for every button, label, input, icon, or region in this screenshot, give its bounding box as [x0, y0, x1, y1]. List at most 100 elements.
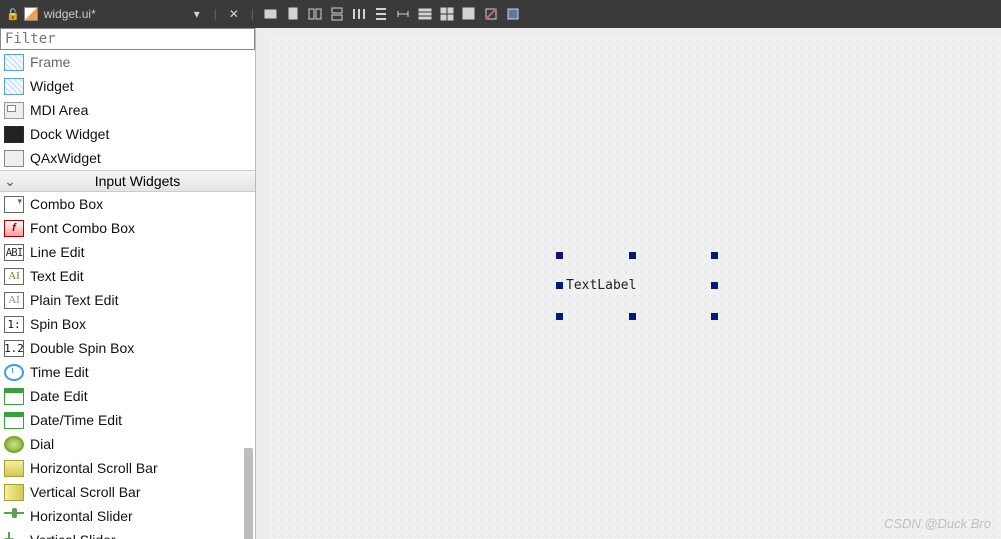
- datetimeedit-icon: [4, 412, 24, 429]
- separator-icon: |: [214, 7, 217, 21]
- list-item[interactable]: MDI Area: [0, 98, 255, 122]
- list-item[interactable]: Vertical Scroll Bar: [0, 480, 255, 504]
- layout-v-icon[interactable]: [282, 3, 304, 25]
- resize-handle[interactable]: [629, 313, 636, 320]
- list-item[interactable]: Horizontal Slider: [0, 504, 255, 528]
- list-item-label: Vertical Scroll Bar: [30, 484, 140, 500]
- resize-handle[interactable]: [711, 313, 718, 320]
- list-item[interactable]: Combo Box: [0, 192, 255, 216]
- chevron-down-icon: ᠍⌄: [0, 173, 20, 190]
- dial-icon: [4, 436, 24, 453]
- sidebar-scrollbar[interactable]: [244, 448, 253, 539]
- layout-hspacer-icon[interactable]: [392, 3, 414, 25]
- list-item-label: Date Edit: [30, 388, 88, 404]
- list-item[interactable]: 1.2 Double Spin Box: [0, 336, 255, 360]
- frame-icon: [4, 54, 24, 71]
- list-item[interactable]: Vertical Slider: [0, 528, 255, 539]
- list-item-label: Date/Time Edit: [30, 412, 122, 428]
- widget-box: Frame Widget MDI Area Dock Widget QAxWid…: [0, 28, 256, 539]
- adjust-size-icon[interactable]: [502, 3, 524, 25]
- list-item[interactable]: AI Plain Text Edit: [0, 288, 255, 312]
- list-item-label: Text Edit: [30, 268, 84, 284]
- vscrollbar-icon: [4, 484, 24, 501]
- layout-grid3-icon[interactable]: [458, 3, 480, 25]
- list-item[interactable]: 1: Spin Box: [0, 312, 255, 336]
- dockwidget-icon: [4, 126, 24, 143]
- qaxwidget-icon: [4, 150, 24, 167]
- close-icon[interactable]: ✕: [223, 3, 245, 25]
- list-item[interactable]: QAxWidget: [0, 146, 255, 170]
- resize-handle[interactable]: [556, 252, 563, 259]
- list-item[interactable]: Date/Time Edit: [0, 408, 255, 432]
- mdiarea-icon: [4, 102, 24, 119]
- list-item[interactable]: Widget: [0, 74, 255, 98]
- group-label: Input Widgets: [20, 173, 255, 189]
- dropdown-icon[interactable]: ▾: [186, 3, 208, 25]
- resize-handle[interactable]: [629, 252, 636, 259]
- widget-list: Frame Widget MDI Area Dock Widget QAxWid…: [0, 50, 255, 539]
- vslider-icon: [4, 532, 24, 539]
- design-canvas-wrap: TextLabel CSDN @Duck Bro: [256, 28, 1001, 539]
- layout-grid2-icon[interactable]: [436, 3, 458, 25]
- list-item[interactable]: Dock Widget: [0, 122, 255, 146]
- list-item-label: Combo Box: [30, 196, 103, 212]
- list-item-label: Plain Text Edit: [30, 292, 118, 308]
- list-item-label: Frame: [30, 54, 70, 70]
- spinbox-icon: 1:: [4, 316, 24, 333]
- resize-handle[interactable]: [711, 252, 718, 259]
- widget-icon: [4, 78, 24, 95]
- list-item-label: Double Spin Box: [30, 340, 134, 356]
- hscrollbar-icon: [4, 460, 24, 477]
- list-item[interactable]: Horizontal Scroll Bar: [0, 456, 255, 480]
- plaintextedit-icon: AI: [4, 292, 24, 309]
- list-item-label: Time Edit: [30, 364, 89, 380]
- list-item[interactable]: Date Edit: [0, 384, 255, 408]
- list-item[interactable]: ABI Line Edit: [0, 240, 255, 264]
- group-header-input-widgets[interactable]: ᠍⌄ Input Widgets: [0, 170, 255, 192]
- filter-input[interactable]: [0, 28, 255, 50]
- hslider-icon: [4, 508, 24, 525]
- selected-widget[interactable]: TextLabel: [560, 256, 714, 316]
- list-item-label: Horizontal Scroll Bar: [30, 460, 158, 476]
- file-name: widget.ui*: [44, 7, 96, 21]
- break-layout-icon[interactable]: [480, 3, 502, 25]
- doublespinbox-icon: 1.2: [4, 340, 24, 357]
- list-item-label: Dial: [30, 436, 54, 452]
- list-item-label: Horizontal Slider: [30, 508, 133, 524]
- form-canvas[interactable]: TextLabel: [270, 36, 1001, 539]
- layout-hbox-icon[interactable]: [348, 3, 370, 25]
- combobox-icon: [4, 196, 24, 213]
- layout-hsplit-icon[interactable]: [304, 3, 326, 25]
- list-item-label: Dock Widget: [30, 126, 109, 142]
- timeedit-icon: [4, 364, 24, 381]
- list-item[interactable]: Time Edit: [0, 360, 255, 384]
- watermark: CSDN @Duck Bro: [884, 516, 991, 531]
- lock-icon: 🔓: [6, 8, 20, 21]
- separator-icon: |: [251, 7, 254, 21]
- label-text: TextLabel: [566, 278, 636, 293]
- list-item-label: Widget: [30, 78, 74, 94]
- list-item[interactable]: f Font Combo Box: [0, 216, 255, 240]
- list-item-label: Spin Box: [30, 316, 86, 332]
- layout-form-icon[interactable]: [414, 3, 436, 25]
- list-item[interactable]: AI Text Edit: [0, 264, 255, 288]
- layout-vbox-icon[interactable]: [370, 3, 392, 25]
- list-item-label: MDI Area: [30, 102, 88, 118]
- list-item-label: Line Edit: [30, 244, 84, 260]
- list-item-label: Vertical Slider: [30, 532, 116, 539]
- file-icon: [24, 7, 38, 21]
- resize-handle[interactable]: [711, 282, 718, 289]
- title-bar: 🔓 widget.ui* ▾ | ✕ |: [0, 0, 1001, 28]
- dateedit-icon: [4, 388, 24, 405]
- resize-handle[interactable]: [556, 313, 563, 320]
- layout-h-icon[interactable]: [260, 3, 282, 25]
- list-item-label: Font Combo Box: [30, 220, 135, 236]
- list-item-label: QAxWidget: [30, 150, 101, 166]
- lineedit-icon: ABI: [4, 244, 24, 261]
- textedit-icon: AI: [4, 268, 24, 285]
- fontcombobox-icon: f: [4, 220, 24, 237]
- layout-vsplit-icon[interactable]: [326, 3, 348, 25]
- list-item[interactable]: Dial: [0, 432, 255, 456]
- resize-handle[interactable]: [556, 282, 563, 289]
- list-item[interactable]: Frame: [0, 50, 255, 74]
